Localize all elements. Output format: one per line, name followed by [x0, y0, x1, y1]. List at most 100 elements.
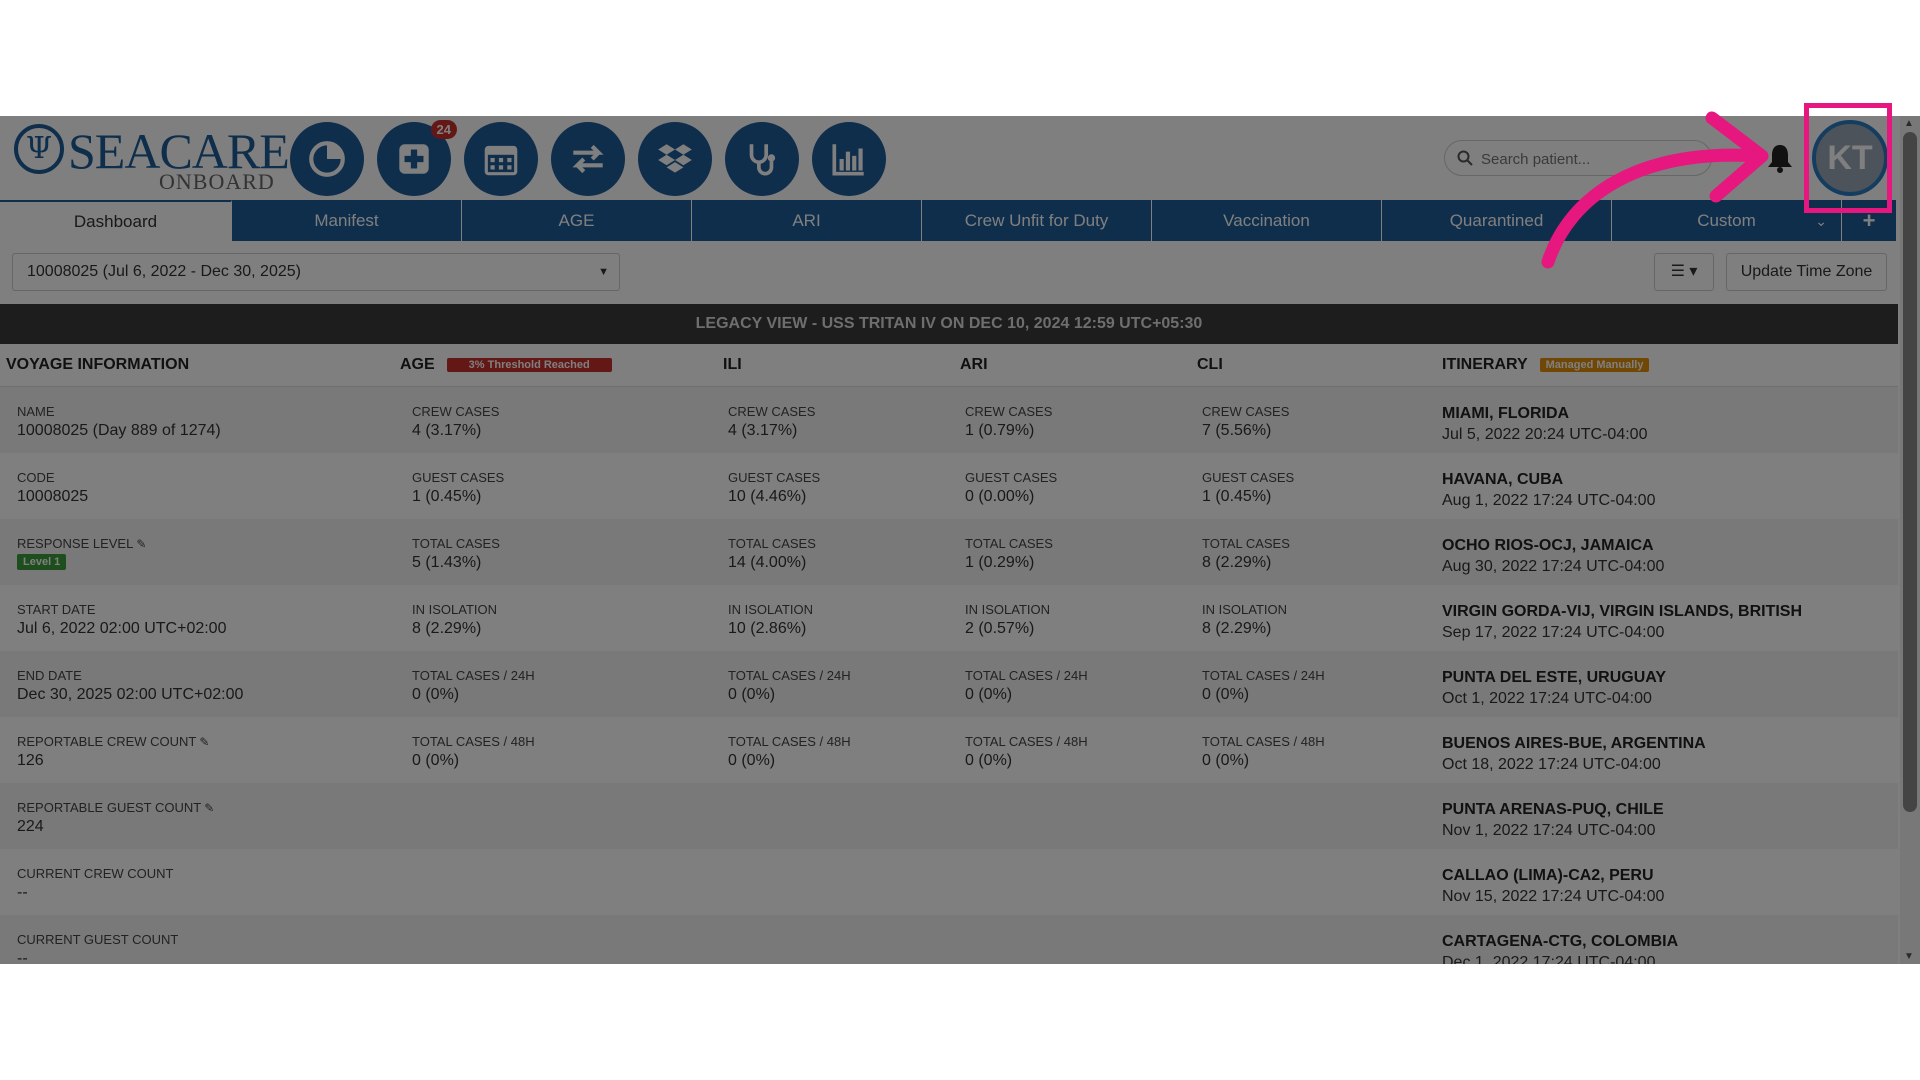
trident-icon: Ψ: [14, 124, 64, 174]
age-stat: IN ISOLATION 8 (2.29%): [412, 585, 642, 651]
stat-value: 4 (3.17%): [728, 422, 798, 439]
age-heading-label: AGE: [400, 356, 435, 373]
field-label: CODE: [17, 470, 387, 486]
itinerary-stop[interactable]: VIRGIN GORDA-VIJ, VIRGIN ISLANDS, BRITIS…: [1442, 585, 1892, 651]
field-value: Dec 30, 2025 02:00 UTC+02:00: [17, 686, 244, 703]
stat-value: 1 (0.29%): [965, 554, 1035, 571]
pencil-icon[interactable]: ✎: [204, 801, 214, 815]
stat-value: 0 (0%): [728, 752, 776, 769]
ari-heading: ARI: [960, 356, 988, 373]
itinerary-stop[interactable]: CALLAO (LIMA)-CA2, PERU Nov 15, 2022 17:2…: [1442, 849, 1892, 915]
search-icon: [1457, 150, 1473, 166]
stat-value: 0 (0%): [412, 686, 460, 703]
voyage-select-value: 10008025 (Jul 6, 2022 - Dec 30, 2025): [27, 263, 301, 280]
itinerary-stop[interactable]: BUENOS AIRES-BUE, ARGENTINA Oct 18, 2022 …: [1442, 717, 1892, 783]
ili-stat: GUEST CASES 10 (4.46%): [728, 453, 958, 519]
table-row: CURRENT CREW COUNT -- CALLAO (LIMA)-CA2, P…: [0, 849, 1898, 915]
pencil-icon[interactable]: ✎: [199, 735, 209, 749]
ari-stat: TOTAL CASES / 24H 0 (0%): [965, 651, 1195, 717]
table-row: CURRENT GUEST COUNT -- CARTAGENA-CTG, COLO…: [0, 915, 1898, 964]
table-row: CODE 10008025 GUEST CASES 1 (0.45%) GUEST CA…: [0, 453, 1898, 519]
itinerary-stop[interactable]: CARTAGENA-CTG, COLOMBIA Dec 1, 2022 17:24…: [1442, 915, 1892, 964]
itinerary-stop[interactable]: PUNTA ARENAS-PUQ, CHILE Nov 1, 2022 17:24…: [1442, 783, 1892, 849]
scroll-down-icon[interactable]: ▼: [1904, 951, 1914, 962]
dropbox-button[interactable]: [638, 122, 712, 196]
field-value: --: [17, 884, 28, 901]
age-stat: TOTAL CASES 5 (1.43%): [412, 519, 642, 585]
voyage-select[interactable]: 10008025 (Jul 6, 2022 - Dec 30, 2025) ▼: [12, 253, 620, 291]
reports-button[interactable]: [812, 122, 886, 196]
itinerary-stop[interactable]: MIAMI, FLORIDA Jul 5, 2022 20:24 UTC-04:0…: [1442, 387, 1892, 453]
scroll-up-icon[interactable]: ▲: [1904, 118, 1914, 129]
stethoscope-icon: [749, 144, 776, 176]
tab-age[interactable]: AGE: [462, 200, 692, 241]
field-label: CURRENT CREW COUNT: [17, 866, 387, 882]
ari-stat: CREW CASES 1 (0.79%): [965, 387, 1195, 453]
dropbox-icon: [658, 144, 692, 173]
field-label-text: RESPONSE LEVEL: [17, 536, 134, 551]
dashboard-button[interactable]: [290, 122, 364, 196]
port-name: PUNTA ARENAS-PUQ, CHILE: [1442, 801, 1664, 818]
tab-crew-unfit[interactable]: Crew Unfit for Duty: [922, 200, 1152, 241]
pencil-icon[interactable]: ✎: [136, 537, 146, 551]
stat-label: TOTAL CASES: [728, 536, 816, 551]
field-label-text: START DATE: [17, 602, 96, 617]
calendar-button[interactable]: [464, 122, 538, 196]
port-name: OCHO RIOS-OCJ, JAMAICA: [1442, 537, 1654, 554]
port-time: Oct 1, 2022 17:24 UTC-04:00: [1442, 690, 1652, 707]
field-label-text: END DATE: [17, 668, 82, 683]
table-row: NAME 10008025 (Day 889 of 1274) CREW CASES…: [0, 387, 1898, 453]
stat-label: CREW CASES: [412, 404, 500, 419]
cli-stat: CREW CASES 7 (5.56%): [1202, 387, 1432, 453]
stat-label: IN ISOLATION: [965, 602, 1050, 617]
pointer-arrow-icon: [1541, 111, 1769, 269]
age-stat: GUEST CASES 1 (0.45%): [412, 453, 642, 519]
voyage-info-field: RESPONSE LEVEL ✎ Level 1: [17, 519, 387, 585]
itinerary-stop[interactable]: OCHO RIOS-OCJ, JAMAICA Aug 30, 2022 17:24…: [1442, 519, 1892, 585]
tab-manifest[interactable]: Manifest: [232, 200, 462, 241]
port-time: Nov 15, 2022 17:24 UTC-04:00: [1442, 888, 1665, 905]
voyage-info-field: NAME 10008025 (Day 889 of 1274): [17, 387, 387, 453]
table-row: RESPONSE LEVEL ✎ Level 1 TOTAL CASES 5 (1.43…: [0, 519, 1898, 585]
voyage-info-field: END DATE Dec 30, 2025 02:00 UTC+02:00: [17, 651, 387, 717]
transfer-button[interactable]: [551, 122, 625, 196]
add-case-button[interactable]: 24: [377, 120, 457, 196]
field-label: REPORTABLE GUEST COUNT ✎: [17, 800, 387, 816]
field-label-text: REPORTABLE CREW COUNT: [17, 734, 197, 749]
medical-button[interactable]: [725, 122, 799, 196]
scrollbar-thumb[interactable]: [1903, 132, 1917, 812]
stat-value: 8 (2.29%): [1202, 620, 1272, 637]
field-label: NAME: [17, 404, 387, 420]
field-label-text: REPORTABLE GUEST COUNT: [17, 800, 202, 815]
brand-subname: ONBOARD: [159, 169, 275, 194]
dashboard-pie-icon: [309, 141, 345, 177]
field-label-text: CURRENT GUEST COUNT: [17, 932, 179, 947]
cli-stat: TOTAL CASES / 24H 0 (0%): [1202, 651, 1432, 717]
scrollbar[interactable]: ▲ ▼: [1900, 116, 1920, 964]
stat-label: TOTAL CASES: [1202, 536, 1290, 551]
tab-vaccination[interactable]: Vaccination: [1152, 200, 1382, 241]
notification-count-badge: 24: [430, 120, 457, 139]
tab-dashboard[interactable]: Dashboard: [0, 200, 232, 241]
table-row: REPORTABLE CREW COUNT ✎ 126 TOTAL CASES / 4…: [0, 717, 1898, 783]
port-time: Aug 1, 2022 17:24 UTC-04:00: [1442, 492, 1656, 509]
field-label: END DATE: [17, 668, 387, 684]
voyage-info-field: CURRENT CREW COUNT --: [17, 849, 387, 915]
itinerary-stop[interactable]: HAVANA, CUBA Aug 1, 2022 17:24 UTC-04:00: [1442, 453, 1892, 519]
stat-label: GUEST CASES: [1202, 470, 1295, 485]
stat-value: 4 (3.17%): [412, 422, 482, 439]
tab-ari[interactable]: ARI: [692, 200, 922, 241]
stat-label: IN ISOLATION: [728, 602, 813, 617]
itinerary-stop[interactable]: PUNTA DEL ESTE, URUGUAY Oct 1, 2022 17:24…: [1442, 651, 1892, 717]
cli-stat: GUEST CASES 1 (0.45%): [1202, 453, 1432, 519]
seacare-logo[interactable]: Ψ SEACARE ONBOARD: [14, 124, 290, 194]
port-time: Jul 5, 2022 20:24 UTC-04:00: [1442, 426, 1648, 443]
field-value: Jul 6, 2022 02:00 UTC+02:00: [17, 620, 227, 637]
stat-label: TOTAL CASES / 24H: [728, 668, 851, 683]
stat-value: 14 (4.00%): [728, 554, 807, 571]
stat-value: 2 (0.57%): [965, 620, 1035, 637]
stat-value: 0 (0%): [1202, 686, 1250, 703]
table-row: START DATE Jul 6, 2022 02:00 UTC+02:00 IN …: [0, 585, 1898, 651]
field-value: --: [17, 950, 28, 964]
stat-value: 0 (0%): [412, 752, 460, 769]
